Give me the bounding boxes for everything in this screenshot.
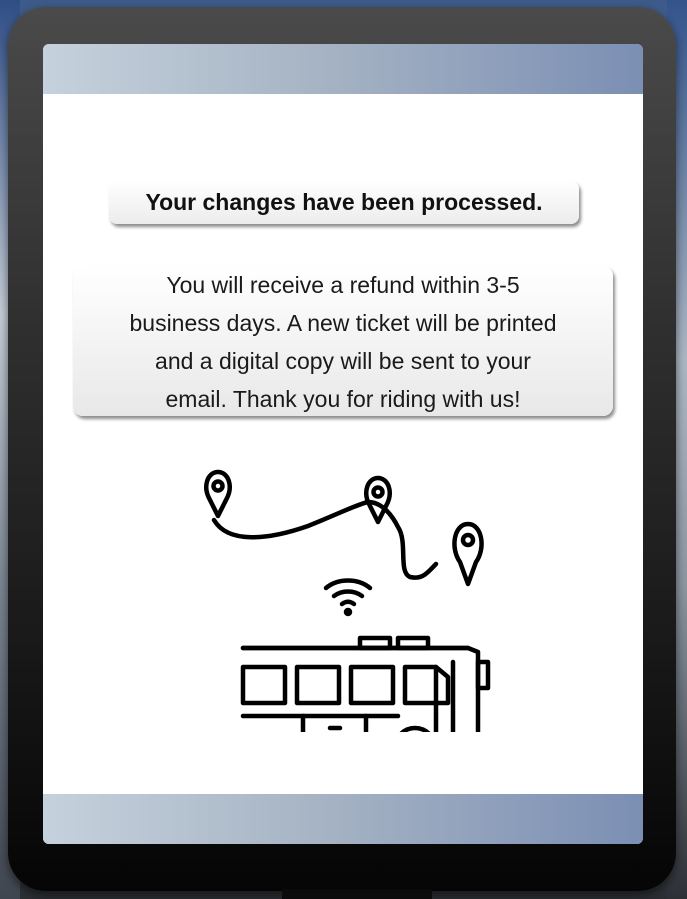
message-line: email. Thank you for riding with us!	[165, 386, 521, 412]
footer-band	[43, 794, 643, 844]
location-pin-icon	[204, 469, 232, 519]
route-path-icon	[211, 499, 439, 580]
kiosk-stand	[282, 889, 432, 899]
location-pin-icon	[452, 521, 484, 587]
header-band	[43, 44, 643, 94]
confirmation-headline: Your changes have been processed.	[109, 181, 579, 224]
confirmation-message: You will receive a refund within 3-5 bus…	[73, 266, 613, 416]
bus-route-illustration	[198, 462, 498, 732]
wifi-icon	[323, 578, 373, 617]
message-line: and a digital copy will be sent to your	[155, 348, 531, 374]
kiosk-screen: Your changes have been processed. You wi…	[43, 44, 643, 844]
bus-icon	[240, 635, 491, 732]
message-line: You will receive a refund within 3-5	[166, 272, 520, 298]
message-line: business days. A new ticket will be prin…	[129, 310, 557, 336]
